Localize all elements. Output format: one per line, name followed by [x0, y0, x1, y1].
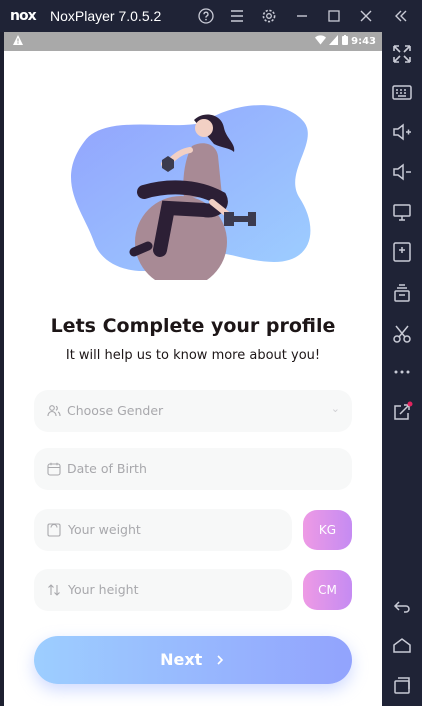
next-button-label: Next — [160, 650, 203, 669]
android-status-bar: 9:43 — [4, 32, 382, 51]
help-icon[interactable] — [196, 6, 216, 26]
page-subtitle: It will help us to know more about you! — [65, 348, 321, 363]
home-icon[interactable] — [390, 634, 414, 658]
dob-placeholder: Date of Birth — [67, 461, 147, 476]
page-title: Lets Complete your profile — [50, 315, 336, 337]
window-title: NoxPlayer 7.0.5.2 — [50, 8, 162, 24]
chevron-right-icon — [217, 655, 224, 665]
open-external-icon[interactable] — [390, 400, 414, 424]
multi-instance-icon[interactable] — [390, 282, 414, 306]
calendar-icon — [46, 461, 62, 477]
emulator-titlebar: nox NoxPlayer 7.0.5.2 — [0, 0, 422, 32]
keyboard-icon[interactable] — [390, 80, 414, 104]
gender-select[interactable]: Choose Gender ⌄ — [34, 390, 352, 432]
menu-icon[interactable] — [227, 6, 247, 26]
scissors-icon[interactable] — [390, 322, 414, 346]
weight-unit-button[interactable]: KG — [303, 510, 352, 550]
date-of-birth-field[interactable]: Date of Birth — [34, 448, 352, 490]
weight-placeholder: Your weight — [68, 522, 141, 537]
weight-field[interactable]: Your weight — [34, 509, 292, 551]
more-options-icon[interactable] — [390, 360, 414, 384]
emulator-sidebar — [382, 32, 422, 706]
next-button[interactable]: Next — [34, 636, 352, 684]
volume-up-icon[interactable] — [390, 120, 414, 144]
swap-vertical-icon — [46, 582, 62, 598]
status-right: 9:43 — [314, 35, 376, 47]
recent-apps-icon[interactable] — [390, 674, 414, 698]
gender-placeholder: Choose Gender — [67, 403, 164, 418]
fitness-illustration — [71, 105, 311, 280]
back-icon[interactable] — [390, 594, 414, 618]
wifi-icon — [314, 35, 326, 45]
maximize-icon[interactable] — [324, 6, 344, 26]
settings-gear-icon[interactable] — [259, 6, 279, 26]
height-placeholder: Your height — [68, 582, 139, 597]
android-screen: 9:43 Lets Complete your profile It will … — [4, 32, 382, 706]
volume-down-icon[interactable] — [390, 160, 414, 184]
fullscreen-icon[interactable] — [390, 42, 414, 66]
signal-icon — [329, 35, 339, 45]
apk-install-icon[interactable] — [390, 240, 414, 264]
screen-icon[interactable] — [390, 200, 414, 224]
collapse-sidebar-icon[interactable] — [391, 6, 411, 26]
clock: 9:43 — [351, 36, 376, 47]
minimize-icon[interactable] — [292, 6, 312, 26]
height-field[interactable]: Your height — [34, 569, 292, 611]
height-unit-button[interactable]: CM — [303, 570, 352, 610]
nox-logo: nox — [10, 8, 37, 24]
warning-icon — [12, 34, 24, 49]
weight-scale-icon — [46, 522, 62, 538]
user-group-icon — [46, 403, 62, 419]
chevron-down-icon: ⌄ — [330, 403, 340, 415]
close-icon[interactable] — [356, 6, 376, 26]
battery-icon — [341, 35, 348, 45]
